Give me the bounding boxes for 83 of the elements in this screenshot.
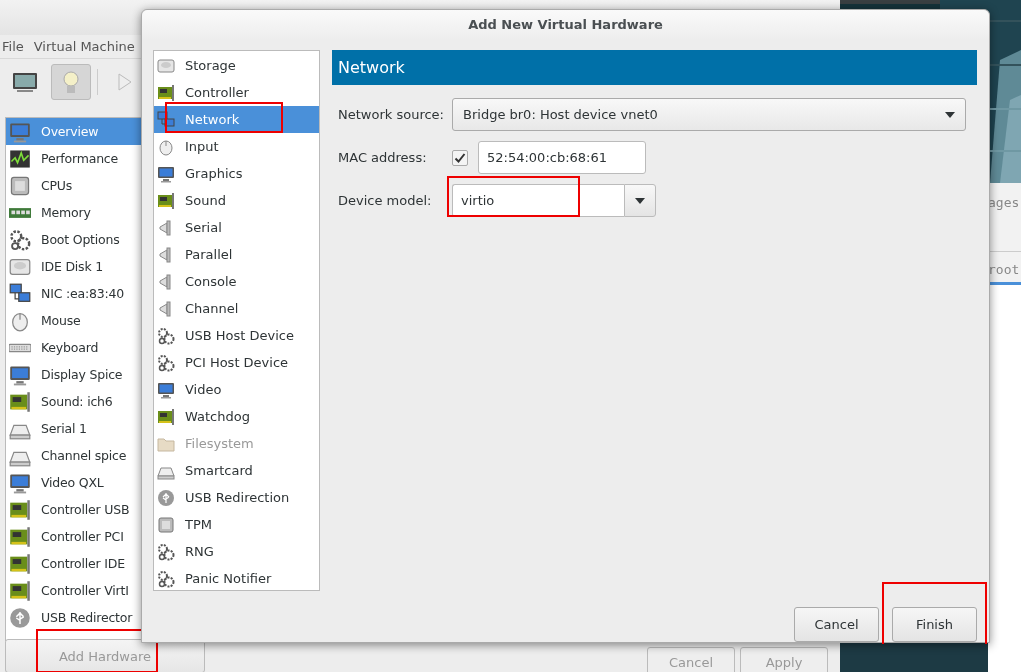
gears-icon [9, 228, 31, 251]
caret-icon [945, 111, 955, 118]
card-icon [157, 191, 175, 210]
caret-icon [635, 197, 645, 204]
category-item[interactable]: Panic Notifier [154, 565, 319, 592]
card-icon [157, 407, 175, 426]
category-item[interactable]: Watchdog [154, 403, 319, 430]
sidebar-item[interactable]: Serial 1 [6, 415, 141, 442]
network-icon [9, 282, 31, 305]
category-item[interactable]: USB Redirection [154, 484, 319, 511]
monitor-icon [157, 380, 175, 399]
menu-item[interactable]: File [2, 39, 24, 54]
mac-address-field[interactable]: 52:54:00:cb:68:61 [478, 141, 646, 174]
sidebar-item[interactable]: USB Redirector [6, 604, 141, 631]
category-item[interactable]: Smartcard [154, 457, 319, 484]
keyboard-icon [9, 342, 31, 353]
field-label: MAC address: [338, 150, 428, 165]
sidebar-item[interactable]: Boot Options [6, 226, 141, 253]
card-icon [157, 83, 175, 102]
monitor-icon [9, 120, 31, 143]
sidebar-item[interactable]: Keyboard [6, 334, 141, 361]
category-item[interactable]: Video [154, 376, 319, 403]
category-item[interactable]: Serial [154, 214, 319, 241]
device-model-field[interactable]: virtio [452, 184, 624, 217]
chip-icon [9, 174, 31, 197]
category-item[interactable]: PCI Host Device [154, 349, 319, 376]
card-icon [9, 579, 31, 602]
card-icon [9, 390, 31, 413]
sidebar-item[interactable]: Controller VirtI [6, 577, 141, 604]
category-item[interactable]: Storage [154, 52, 319, 79]
panel-title: Network [338, 58, 405, 77]
sidebar-item[interactable]: Memory [6, 199, 141, 226]
gears-icon [157, 326, 175, 345]
gears-icon [157, 542, 175, 561]
mouse-icon [157, 137, 175, 156]
sidebar-item[interactable]: NIC :ea:83:40 [6, 280, 141, 307]
sidebar-item[interactable]: CPUs [6, 172, 141, 199]
sidebar-item[interactable]: Controller PCI [6, 523, 141, 550]
card-icon [9, 498, 31, 521]
sidebar-item[interactable]: Controller USB [6, 496, 141, 523]
monitor-icon [157, 164, 175, 183]
network-source-dropdown[interactable]: Bridge br0: Host device vnet0 [452, 98, 966, 131]
dialog-title: Add New Virtual Hardware [468, 16, 663, 32]
gears-icon [157, 353, 175, 372]
monitor-icon [9, 363, 31, 386]
sidebar-item[interactable]: Display Spice [6, 361, 141, 388]
monitor-icon [9, 471, 31, 494]
category-item[interactable]: Channel [154, 295, 319, 322]
card-icon [9, 552, 31, 575]
sidebar-item[interactable]: Controller IDE [6, 550, 141, 577]
chip-icon [157, 515, 175, 534]
checkbox[interactable] [452, 149, 468, 166]
category-item[interactable]: Sound [154, 187, 319, 214]
dialog-button[interactable]: Finish [892, 607, 977, 642]
sidebar-item[interactable]: IDE Disk 1 [6, 253, 141, 280]
window-text: ages [988, 195, 1020, 210]
card-icon [9, 525, 31, 548]
checkmark-icon [454, 151, 466, 164]
category-item[interactable]: Controller [154, 79, 319, 106]
chart-icon [9, 147, 31, 170]
category-item[interactable]: USB Host Device [154, 322, 319, 349]
category-item[interactable]: Graphics [154, 160, 319, 187]
sidebar-item[interactable]: Channel spice [6, 442, 141, 469]
category-item[interactable]: TPM [154, 511, 319, 538]
field-label: Device model: [338, 193, 433, 208]
category-item[interactable]: Parallel [154, 241, 319, 268]
sidebar-item[interactable]: Mouse [6, 307, 141, 334]
field-label: Network source: [338, 107, 445, 122]
dialog-button[interactable]: Cancel [794, 607, 879, 642]
toolbar-toggle[interactable] [51, 64, 91, 100]
sidebar-item[interactable]: Performance [6, 145, 141, 172]
category-item[interactable]: Console [154, 268, 319, 295]
usb-icon [9, 606, 31, 629]
gears-icon [157, 569, 175, 588]
menu-item[interactable]: Virtual Machine [33, 39, 135, 54]
window-text: root [988, 262, 1020, 277]
category-item[interactable]: Input [154, 133, 319, 160]
usb-icon [157, 488, 175, 507]
category-item[interactable]: RNG [154, 538, 319, 565]
dropdown-button[interactable] [624, 184, 656, 217]
sidebar-item[interactable]: Video QXL [6, 469, 141, 496]
network-icon [157, 110, 175, 129]
sidebar-item[interactable]: Sound: ich6 [6, 388, 141, 415]
